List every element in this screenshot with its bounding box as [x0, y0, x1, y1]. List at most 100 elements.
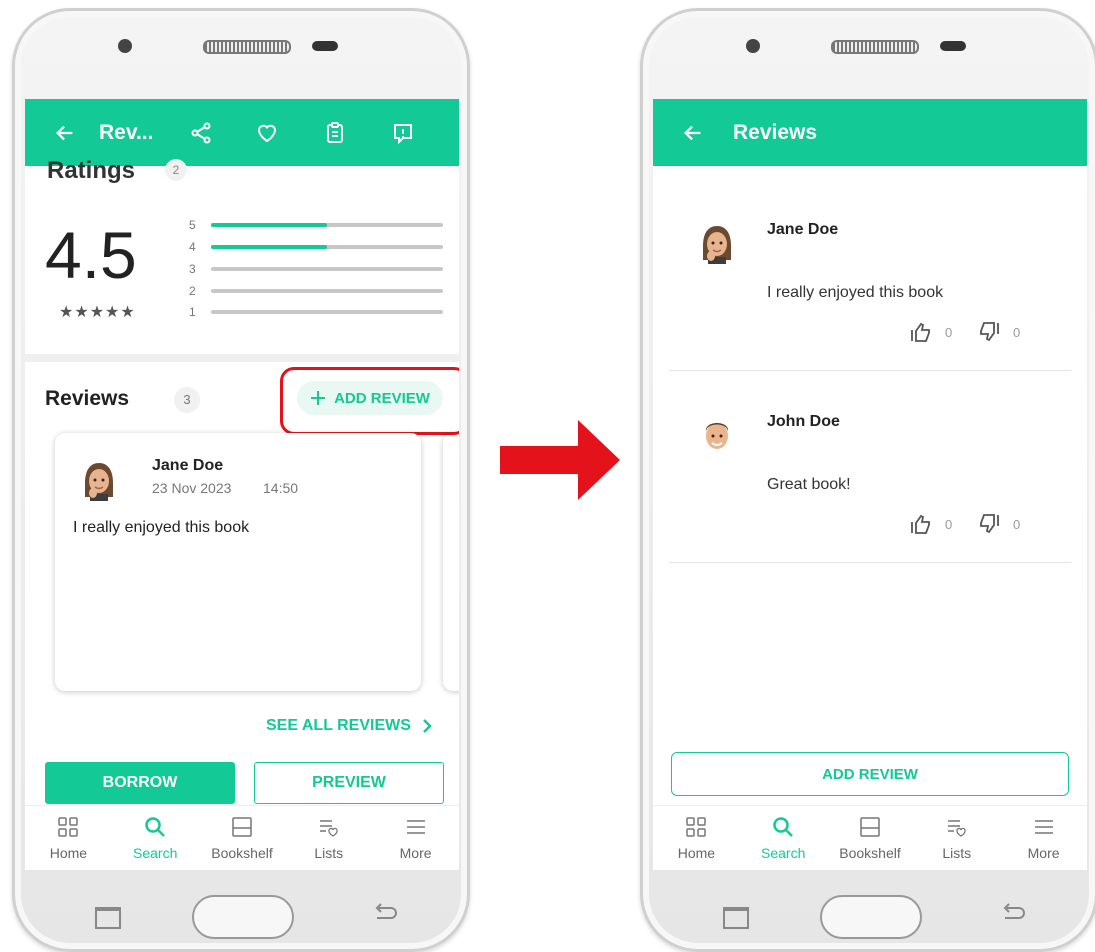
- thumbs-down-icon[interactable]: [977, 320, 1001, 344]
- recent-apps-button[interactable]: [95, 907, 121, 929]
- nav-item-search[interactable]: Search: [740, 806, 827, 870]
- nav-label: Lists: [942, 844, 972, 861]
- average-score: 4.5: [45, 218, 137, 292]
- nav-label: Bookshelf: [839, 844, 901, 861]
- rating-bar-row: 1: [189, 305, 443, 319]
- rating-bar-track: [211, 267, 443, 271]
- like-count: 0: [945, 324, 953, 340]
- vote-row: 0 0: [909, 512, 1033, 536]
- review-text: Great book!: [767, 476, 851, 493]
- rating-bar-fill: [211, 223, 327, 227]
- avatar: [81, 461, 117, 506]
- back-icon[interactable]: [999, 902, 1027, 926]
- rating-bar-track: [211, 223, 443, 227]
- back-arrow-icon[interactable]: [681, 121, 705, 145]
- nav-item-more[interactable]: More: [1000, 806, 1087, 870]
- chevron-right-icon: [423, 719, 432, 733]
- review-time: 14:50: [263, 480, 299, 496]
- like-count: 0: [945, 516, 953, 532]
- bottom-navigation: Home Search Bookshelf Lists More: [25, 805, 459, 870]
- nav-label: More: [1027, 844, 1060, 861]
- thumbs-up-icon[interactable]: [909, 320, 933, 344]
- rating-bar-track: [211, 245, 443, 249]
- transition-arrow-icon: [500, 420, 620, 500]
- rating-bar-label: 5: [189, 218, 196, 232]
- nav-item-bookshelf[interactable]: Bookshelf: [827, 806, 914, 870]
- nav-item-more[interactable]: More: [372, 806, 459, 870]
- section-divider: [25, 354, 459, 362]
- bookshelf-icon: [859, 816, 881, 845]
- review-text: I really enjoyed this book: [767, 284, 944, 301]
- nav-label: Search: [133, 844, 178, 861]
- menu-icon: [405, 816, 427, 845]
- reviewer-name: Jane Doe: [767, 221, 839, 238]
- rating-bar-label: 4: [189, 240, 196, 254]
- review-card[interactable]: Jane Doe 23 Nov 2023 14:50 I really enjo…: [55, 433, 421, 691]
- rating-bar-row: 4: [189, 240, 443, 254]
- review-list-item[interactable]: Jane Doe I really enjoyed this book 0 0: [669, 180, 1071, 371]
- nav-item-lists[interactable]: Lists: [285, 806, 372, 870]
- nav-label: Home: [49, 844, 88, 861]
- phone-left: Rev... Ratings 2 4.5 ★★★★★ 54321 Reviews…: [12, 8, 470, 952]
- page-title: Reviews: [733, 120, 818, 144]
- phone-hardware-buttons: [643, 879, 1095, 939]
- thumbs-up-icon[interactable]: [909, 512, 933, 536]
- bookshelf-icon: [231, 816, 253, 845]
- nav-item-search[interactable]: Search: [112, 806, 199, 870]
- see-all-label: SEE ALL REVIEWS: [266, 717, 411, 734]
- thumbs-down-icon[interactable]: [977, 512, 1001, 536]
- reviewer-name: John Doe: [767, 413, 840, 430]
- proximity-sensor: [940, 41, 966, 51]
- avatar: [699, 416, 735, 461]
- preview-button[interactable]: PREVIEW: [254, 762, 444, 804]
- borrow-button[interactable]: BORROW: [45, 762, 235, 804]
- nav-item-home[interactable]: Home: [653, 806, 740, 870]
- search-icon: [772, 816, 794, 845]
- star-rating: ★★★★★: [59, 304, 136, 321]
- grid-icon: [57, 816, 79, 845]
- nav-label: More: [399, 844, 432, 861]
- review-list-item[interactable]: John Doe Great book! 0 0: [669, 372, 1071, 563]
- highlight-annotation: [280, 367, 459, 435]
- nav-label: Bookshelf: [211, 844, 273, 861]
- home-button[interactable]: [192, 895, 294, 939]
- home-button[interactable]: [820, 895, 922, 939]
- search-icon: [144, 816, 166, 845]
- rating-bar-row: 5: [189, 218, 443, 232]
- rating-bar-track: [211, 310, 443, 314]
- bottom-navigation: Home Search Bookshelf Lists More: [653, 805, 1087, 870]
- add-review-button[interactable]: ADD REVIEW: [671, 752, 1069, 796]
- proximity-sensor: [312, 41, 338, 51]
- nav-label: Home: [677, 844, 716, 861]
- grid-icon: [685, 816, 707, 845]
- earpiece-speaker: [203, 40, 291, 54]
- next-review-card-peek[interactable]: [443, 433, 459, 691]
- reviewer-name: Jane Doe: [152, 457, 224, 474]
- avatar: [699, 224, 735, 269]
- list-heart-icon: [318, 816, 340, 845]
- phone-hardware-buttons: [15, 879, 467, 939]
- back-icon[interactable]: [371, 902, 399, 926]
- reviews-screen: Reviews Jane Doe I really enjoyed this b…: [653, 99, 1087, 870]
- rating-bar-label: 2: [189, 284, 196, 298]
- dislike-count: 0: [1013, 324, 1021, 340]
- rating-bar-row: 2: [189, 284, 443, 298]
- recent-apps-button[interactable]: [723, 907, 749, 929]
- vote-row: 0 0: [909, 320, 1033, 344]
- rating-bar-label: 3: [189, 262, 196, 276]
- reviews-count-badge: 3: [174, 387, 200, 413]
- review-date: 23 Nov 2023: [152, 480, 232, 496]
- front-camera: [746, 39, 760, 53]
- book-detail-screen: Rev... Ratings 2 4.5 ★★★★★ 54321 Reviews…: [25, 99, 459, 870]
- reviews-heading: Reviews: [45, 387, 130, 410]
- nav-item-lists[interactable]: Lists: [913, 806, 1000, 870]
- rating-bar-fill: [211, 245, 327, 249]
- see-all-reviews-link[interactable]: SEE ALL REVIEWS: [266, 717, 433, 735]
- list-heart-icon: [946, 816, 968, 845]
- earpiece-speaker: [831, 40, 919, 54]
- nav-item-bookshelf[interactable]: Bookshelf: [199, 806, 286, 870]
- nav-label: Search: [761, 844, 806, 861]
- menu-icon: [1033, 816, 1055, 845]
- nav-label: Lists: [314, 844, 344, 861]
- nav-item-home[interactable]: Home: [25, 806, 112, 870]
